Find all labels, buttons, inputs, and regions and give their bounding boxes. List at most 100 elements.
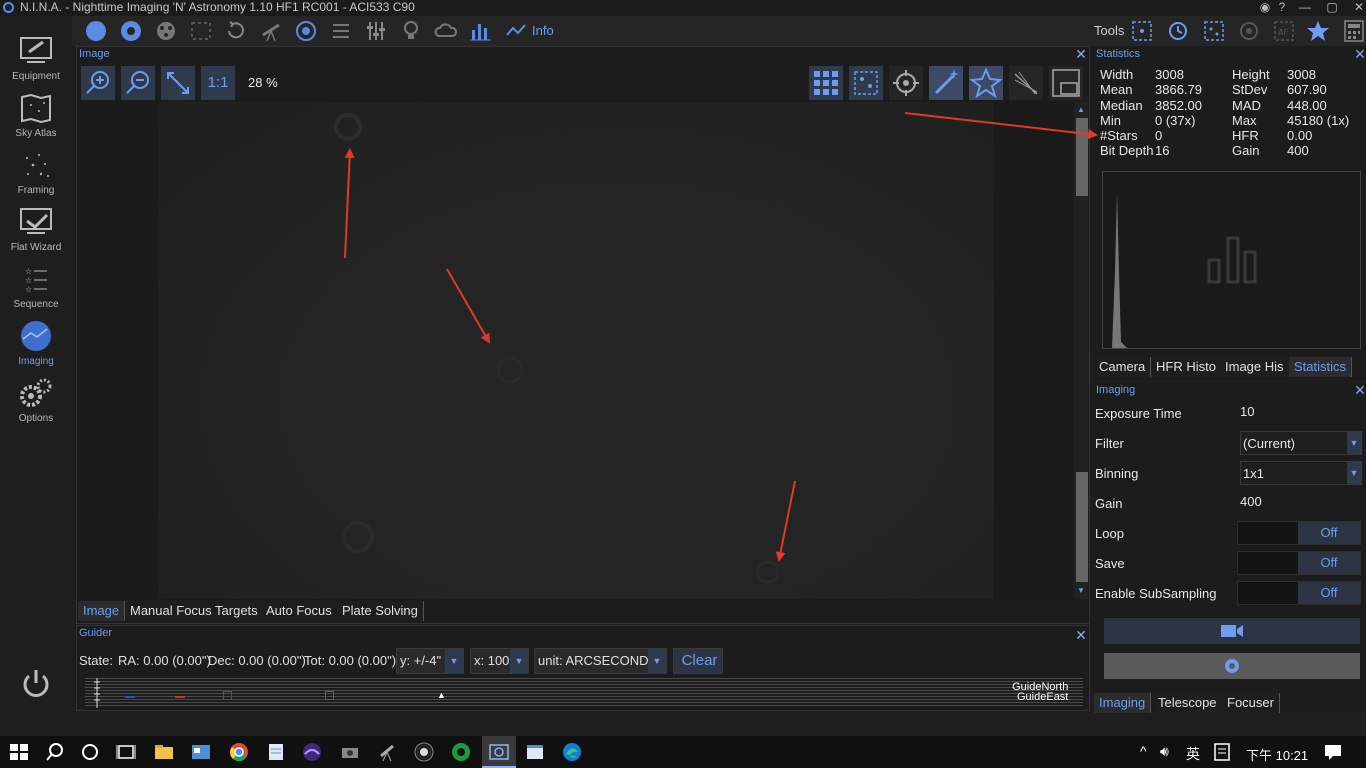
taskbar-clock[interactable]: 下午 10:21	[1246, 745, 1308, 764]
image-viewer[interactable]	[80, 102, 1072, 599]
sequence-list-icon[interactable]	[329, 20, 353, 42]
crop-overlay-button[interactable]	[1049, 66, 1083, 100]
power-icon[interactable]	[22, 668, 50, 698]
y-scale-select[interactable]: y: +/-4" ▼	[396, 648, 464, 674]
sidebar-item-equipment[interactable]: Equipment	[0, 32, 72, 89]
target-disabled-icon[interactable]	[1237, 20, 1261, 42]
imaging-close-icon[interactable]: ✕	[1353, 383, 1366, 397]
tab-focuser[interactable]: Focuser	[1222, 693, 1280, 713]
info-graph-icon[interactable]	[505, 20, 529, 42]
unit-select[interactable]: unit: ARCSECONDS ▼	[534, 648, 667, 674]
tab-camera[interactable]: Camera	[1094, 357, 1152, 377]
flat-panel-bulb-icon[interactable]	[399, 20, 423, 42]
chrome-icon[interactable]	[229, 742, 249, 762]
info-label[interactable]: Info	[532, 23, 554, 38]
scroll-up-icon[interactable]: ▲	[1077, 105, 1085, 114]
camera-app-icon[interactable]	[340, 742, 360, 762]
guider-close-icon[interactable]: ✕	[1074, 628, 1088, 642]
filter-select[interactable]: (Current) ▼	[1240, 431, 1362, 455]
guider-icon[interactable]	[294, 20, 318, 42]
star-detect-icon[interactable]	[1202, 20, 1226, 42]
volume-icon[interactable]: 🔊︎	[1160, 743, 1169, 760]
capture-image-button[interactable]	[1104, 653, 1360, 679]
filter-wheel-icon[interactable]	[154, 20, 178, 42]
switch-icon[interactable]	[364, 20, 388, 42]
ime-indicator[interactable]: 英	[1186, 744, 1200, 764]
calculator-icon[interactable]	[1342, 20, 1366, 42]
control-panel-icon[interactable]	[191, 742, 211, 762]
stellarium-icon[interactable]	[302, 742, 322, 762]
ascom-icon[interactable]	[451, 742, 471, 762]
history-icon[interactable]	[1166, 20, 1190, 42]
tab-manual-focus-targets[interactable]: Manual Focus Targets	[125, 601, 264, 621]
tab-statistics[interactable]: Statistics	[1289, 357, 1353, 377]
tab-imaging[interactable]: Imaging	[1094, 693, 1152, 713]
statistics-close-icon[interactable]: ✕	[1353, 47, 1366, 61]
zoom-in-button[interactable]	[81, 66, 115, 100]
detect-stars-button[interactable]	[849, 66, 883, 100]
help-icon[interactable]: ?	[1271, 0, 1293, 14]
star-grid-icon[interactable]	[1130, 20, 1154, 42]
x-scale-select[interactable]: x: 100 ▼	[470, 648, 529, 674]
grid-overlay-button[interactable]	[809, 66, 843, 100]
sidebar-item-flat-wizard[interactable]: Flat Wizard	[0, 203, 72, 260]
nina-taskbar-button[interactable]	[482, 736, 516, 768]
svg-text:AF: AF	[1278, 28, 1288, 37]
one-to-one-button[interactable]: 1:1	[201, 66, 235, 100]
fit-to-screen-button[interactable]	[161, 66, 195, 100]
weather-cloud-icon[interactable]	[434, 20, 458, 42]
auto-stretch-button[interactable]	[929, 66, 963, 100]
start-live-view-button[interactable]	[1104, 618, 1360, 644]
annotate-stars-button[interactable]	[969, 66, 1003, 100]
aperture-icon[interactable]	[119, 20, 143, 42]
keyboard-layout-icon[interactable]	[1212, 742, 1232, 762]
rotator-icon[interactable]	[224, 20, 248, 42]
sidebar-item-options[interactable]: Options	[0, 374, 72, 431]
bahtinov-button[interactable]	[1009, 66, 1043, 100]
minimize-icon[interactable]: —	[1294, 0, 1316, 14]
tab-image[interactable]: Image	[78, 601, 126, 621]
focuser-icon[interactable]	[189, 20, 213, 42]
file-explorer-icon[interactable]	[154, 742, 174, 762]
close-icon[interactable]: ✕	[1348, 0, 1366, 14]
camera-icon[interactable]	[84, 20, 108, 42]
edge-icon[interactable]	[562, 742, 582, 762]
tab-hfr-histo[interactable]: HFR Histo	[1151, 357, 1222, 377]
sidebar-item-imaging[interactable]: Imaging	[0, 317, 72, 374]
tab-image-histogram[interactable]: Image His	[1220, 357, 1290, 377]
zoom-out-button[interactable]	[121, 66, 155, 100]
binning-select[interactable]: 1x1 ▼	[1240, 461, 1362, 485]
tab-telescope[interactable]: Telescope	[1153, 693, 1223, 713]
exposure-time-input[interactable]: 10	[1240, 400, 1362, 424]
sidebar-item-framing[interactable]: Framing	[0, 146, 72, 203]
notepad-icon[interactable]	[266, 742, 286, 762]
window-app-icon[interactable]	[525, 742, 545, 762]
crosshair-button[interactable]	[889, 66, 923, 100]
star-pin-icon[interactable]	[1306, 20, 1330, 42]
phd2-icon[interactable]	[414, 742, 434, 762]
tab-auto-focus[interactable]: Auto Focus	[261, 601, 338, 621]
tab-plate-solving[interactable]: Plate Solving	[337, 601, 424, 621]
loop-toggle[interactable]: Off	[1237, 521, 1361, 545]
maximize-icon[interactable]: ▢	[1321, 0, 1343, 14]
windows-start-icon[interactable]	[9, 742, 29, 762]
bar-chart-icon[interactable]	[469, 20, 493, 42]
phd-telescope-icon[interactable]	[377, 742, 397, 762]
telescope-icon[interactable]	[259, 20, 283, 42]
cortana-icon[interactable]	[80, 742, 100, 762]
save-toggle[interactable]: Off	[1237, 551, 1361, 575]
scroll-down-icon[interactable]: ▼	[1077, 586, 1085, 595]
sidebar-item-sky-atlas[interactable]: Sky Atlas	[0, 89, 72, 146]
image-panel-close-icon[interactable]: ✕	[1074, 47, 1088, 61]
notifications-icon[interactable]	[1323, 742, 1343, 762]
search-icon[interactable]	[45, 742, 65, 762]
clear-button[interactable]: Clear	[673, 648, 723, 674]
scrollbar-track-segment[interactable]	[1076, 472, 1088, 582]
autofocus-icon[interactable]: AF	[1272, 20, 1296, 42]
chevron-up-icon[interactable]: ^	[1140, 743, 1147, 759]
sidebar-item-sequence[interactable]: ☆ ☆ ☆ Sequence	[0, 260, 72, 317]
task-view-icon[interactable]	[116, 742, 136, 762]
subsampling-toggle[interactable]: Off	[1237, 581, 1361, 605]
scrollbar-thumb[interactable]	[1076, 118, 1088, 196]
gain-input[interactable]: 400	[1240, 490, 1362, 514]
